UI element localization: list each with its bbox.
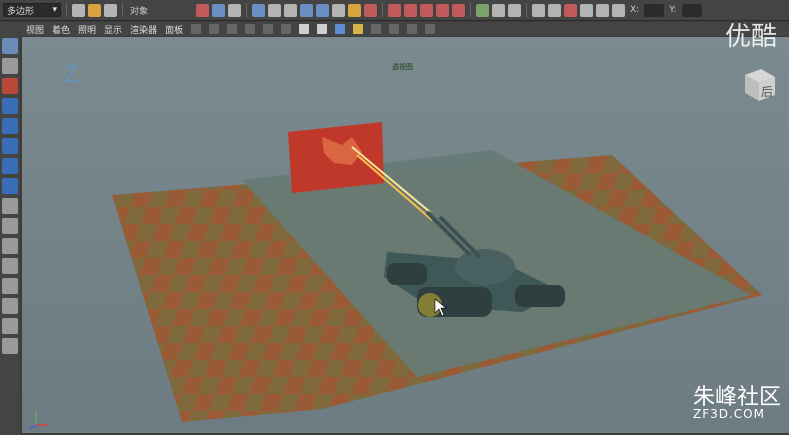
history-icon[interactable] bbox=[348, 3, 362, 17]
smooth-shade-icon[interactable] bbox=[317, 24, 328, 34]
persp-outliner-layout-icon[interactable] bbox=[2, 318, 18, 334]
image-plane-icon[interactable] bbox=[227, 24, 238, 34]
separator bbox=[122, 3, 123, 17]
snap-plane-icon[interactable] bbox=[300, 3, 314, 17]
paint-select-tool-icon[interactable] bbox=[2, 78, 18, 94]
input-ops-icon[interactable] bbox=[364, 3, 378, 17]
menu-set-value: 多边形 bbox=[7, 6, 35, 17]
graph-editor-icon[interactable] bbox=[580, 3, 594, 17]
wireframe-icon[interactable] bbox=[299, 24, 310, 34]
snap-grid-icon[interactable] bbox=[252, 3, 266, 17]
lasso-tool-icon[interactable] bbox=[2, 58, 18, 74]
universal-manipulator-icon[interactable] bbox=[2, 158, 18, 174]
camera-label: 透视图 bbox=[392, 63, 413, 71]
select-by-hierarchy-icon[interactable] bbox=[196, 3, 210, 17]
single-pane-layout-icon[interactable] bbox=[2, 238, 18, 254]
bookmark-icon[interactable] bbox=[209, 24, 220, 34]
tank-track bbox=[387, 263, 427, 285]
tank-track bbox=[515, 285, 565, 307]
x-coord-field[interactable] bbox=[644, 3, 665, 17]
modeling-toolkit-icon[interactable] bbox=[532, 3, 546, 17]
selection-mode-label: 对象 bbox=[130, 6, 149, 17]
panel-menu-show[interactable]: 显示 bbox=[104, 23, 122, 36]
hypershade-icon[interactable] bbox=[436, 3, 450, 17]
rotate-tool-icon[interactable] bbox=[2, 118, 18, 134]
persp-graph-layout-icon[interactable] bbox=[2, 298, 18, 314]
separator bbox=[66, 3, 67, 17]
tool-settings-icon[interactable] bbox=[508, 3, 522, 17]
status-line: 多边形 ▾ 对象 X: Y: bbox=[0, 0, 789, 21]
viewcube[interactable]: 后 bbox=[741, 65, 777, 105]
select-by-object-icon[interactable] bbox=[212, 3, 226, 17]
y-coord-label: Y: bbox=[669, 5, 677, 15]
snap-curve-icon[interactable] bbox=[268, 3, 282, 17]
move-tool-icon[interactable] bbox=[2, 98, 18, 114]
panel-menu-shading[interactable]: 着色 bbox=[52, 23, 70, 36]
panel-menu-panels[interactable]: 面板 bbox=[165, 23, 183, 36]
y-coord-field[interactable] bbox=[681, 3, 702, 17]
ipr-render-icon[interactable] bbox=[404, 3, 418, 17]
uv-editor-icon[interactable] bbox=[596, 3, 610, 17]
youku-watermark: 优酷 bbox=[724, 22, 777, 52]
panel-menu-view[interactable]: 视图 bbox=[26, 23, 44, 36]
four-pane-layout-icon[interactable] bbox=[2, 258, 18, 274]
save-scene-icon[interactable] bbox=[104, 3, 117, 17]
isolate-select-icon[interactable] bbox=[389, 24, 400, 34]
separator bbox=[246, 3, 248, 17]
separator bbox=[382, 3, 384, 17]
zf3d-watermark: 朱峰社区 ZF3D.COM bbox=[693, 379, 781, 421]
render-current-frame-icon[interactable] bbox=[388, 3, 402, 17]
separator bbox=[526, 3, 528, 17]
resolution-gate-icon[interactable] bbox=[425, 24, 436, 34]
panel-menu-bar: 视图 着色 照明 显示 渲染器 面板 bbox=[0, 22, 789, 36]
soft-modify-tool-icon[interactable] bbox=[2, 178, 18, 194]
open-scene-icon[interactable] bbox=[88, 3, 101, 17]
last-tool-icon[interactable] bbox=[2, 218, 18, 234]
channel-box-icon[interactable] bbox=[476, 3, 490, 17]
viewport-logo-icon: Z bbox=[64, 63, 79, 88]
panel-menu-renderer[interactable]: 渲染器 bbox=[130, 23, 157, 36]
make-live-icon[interactable] bbox=[332, 3, 346, 17]
attribute-editor-icon[interactable] bbox=[492, 3, 506, 17]
chevron-down-icon: ▾ bbox=[52, 5, 57, 15]
two-d-pan-zoom-icon[interactable] bbox=[245, 24, 256, 34]
textured-icon[interactable] bbox=[335, 24, 346, 34]
camera-attributes-icon[interactable] bbox=[191, 24, 202, 34]
snap-point-icon[interactable] bbox=[284, 3, 298, 17]
layout-icon[interactable] bbox=[612, 3, 626, 17]
panel-menu-lighting[interactable]: 照明 bbox=[78, 23, 96, 36]
menu-set-dropdown[interactable]: 多边形 ▾ bbox=[3, 3, 61, 17]
perspective-viewport[interactable]: Z 透视图 后 bbox=[22, 37, 789, 433]
new-scene-icon[interactable] bbox=[72, 3, 85, 17]
toolbox bbox=[0, 36, 20, 435]
two-pane-layout-icon[interactable] bbox=[2, 278, 18, 294]
scene-render: Z bbox=[29, 63, 762, 430]
tank-turret bbox=[455, 249, 515, 285]
outliner-icon[interactable] bbox=[548, 3, 562, 17]
render-view-icon[interactable] bbox=[452, 3, 466, 17]
node-editor-icon[interactable] bbox=[564, 3, 578, 17]
outliner-layout-icon[interactable] bbox=[2, 338, 18, 354]
grid-icon[interactable] bbox=[281, 24, 292, 34]
shadows-icon[interactable] bbox=[371, 24, 382, 34]
use-all-lights-icon[interactable] bbox=[353, 24, 364, 34]
show-manipulator-icon[interactable] bbox=[2, 198, 18, 214]
select-tool-icon[interactable] bbox=[2, 38, 18, 54]
axis-gizmo-icon bbox=[29, 411, 48, 430]
render-settings-icon[interactable] bbox=[420, 3, 434, 17]
snap-surface-icon[interactable] bbox=[316, 3, 330, 17]
x-coord-label: X: bbox=[630, 5, 640, 15]
grease-pencil-icon[interactable] bbox=[263, 24, 274, 34]
viewcube-face-label: 后 bbox=[761, 85, 774, 99]
select-by-component-icon[interactable] bbox=[228, 3, 242, 17]
separator bbox=[470, 3, 472, 17]
xray-icon[interactable] bbox=[407, 24, 418, 34]
scale-tool-icon[interactable] bbox=[2, 138, 18, 154]
